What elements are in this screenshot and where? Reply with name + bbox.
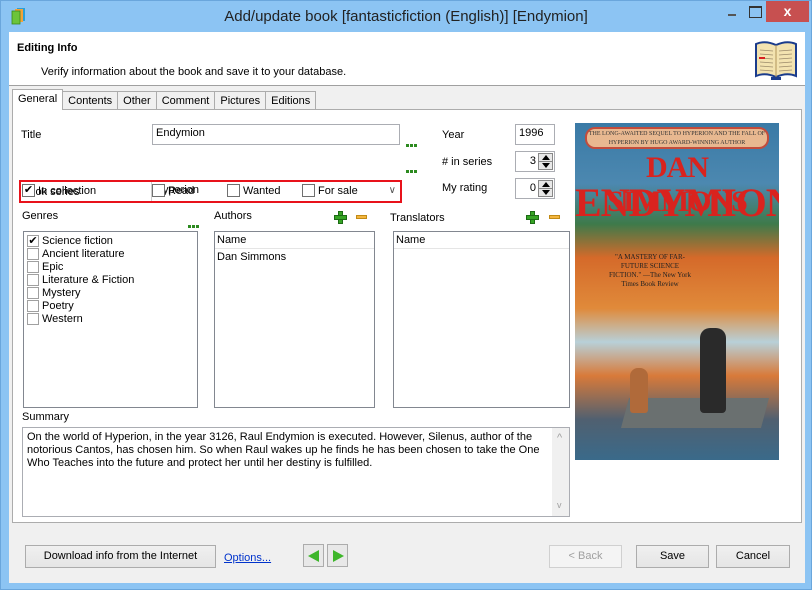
cancel-button[interactable]: Cancel [716,545,790,568]
chevron-down-icon: ∨ [388,185,396,196]
in-series-value: 3 [529,155,536,167]
footer-bar: Download info from the Internet Options.… [9,524,805,583]
cover-title: ENDYMION [575,180,779,225]
genres-more-button[interactable] [188,219,200,228]
translators-label: Translators [390,212,445,224]
genres-label: Genres [22,210,59,222]
author-row[interactable]: Dan Simmons [215,249,374,265]
cover-quote: "A MASTERY OF FAR-FUTURE SCIENCE FICTION… [609,253,691,288]
genre-label: Literature & Fiction [42,273,135,286]
general-panel: Title Endymion Book series Hyperion ∨ Ye… [12,109,802,523]
genres-list: ✔ Science fiction Ancient literature Epic… [23,231,198,408]
spinner-arrows-icon[interactable] [538,153,553,170]
summary-scrollbar[interactable] [552,428,569,516]
genre-item[interactable]: Epic [27,260,197,273]
save-button[interactable]: Save [636,545,709,568]
genre-label: Poetry [42,299,74,312]
dialog-client: Editing Info Verify information about th… [9,32,805,583]
title-more-button[interactable] [406,138,418,147]
read-checkbox[interactable]: Read [152,184,194,197]
checkbox-label: For sale [318,184,358,197]
for-sale-checkbox[interactable]: For sale [302,184,358,197]
genre-label: Science fiction [42,234,113,247]
summary-textarea[interactable]: On the world of Hyperion, in the year 31… [22,427,570,517]
genre-item[interactable]: Western [27,312,197,325]
checkbox-icon [27,260,39,273]
remove-author-icon[interactable] [356,215,367,219]
checkbox-label: Wanted [243,184,281,197]
in-series-label: # in series [442,156,493,168]
genre-item[interactable]: Literature & Fiction [27,273,197,286]
translators-name-column[interactable]: Name [394,232,569,249]
genre-label: Epic [42,260,64,273]
title-label: Title [21,129,42,141]
genre-label: Mystery [42,286,81,299]
wanted-checkbox[interactable]: Wanted [227,184,281,197]
open-book-icon [755,41,797,80]
summary-text: On the world of Hyperion, in the year 31… [27,431,540,469]
summary-label: Summary [22,411,70,423]
genre-item[interactable]: Ancient literature [27,247,197,260]
add-author-icon[interactable] [334,211,347,224]
tab-contents[interactable]: Contents [62,91,119,110]
checkbox-icon [27,286,39,299]
dialog-window: Add/update book [fantasticfiction (Engli… [0,0,812,590]
tab-other[interactable]: Other [117,91,157,110]
checkbox-icon [27,273,39,286]
checkbox-icon [27,312,39,325]
cover-figure [700,328,726,413]
remove-translator-icon[interactable] [549,215,560,219]
genre-item[interactable]: ✔ Science fiction [27,234,197,247]
spinner-arrows-icon[interactable] [538,180,553,197]
checkbox-icon [152,184,165,197]
genre-label: Western [42,312,83,325]
close-button[interactable]: x [766,1,809,22]
title-input[interactable]: Endymion [152,124,400,145]
minimize-button[interactable] [719,1,745,22]
download-info-button[interactable]: Download info from the Internet [25,545,216,568]
previous-arrow-icon[interactable] [303,544,324,567]
header-subtitle: Verify information about the book and sa… [41,66,347,78]
tab-pictures[interactable]: Pictures [214,91,267,110]
in-collection-checkbox[interactable]: ✔ In collection [22,184,96,197]
back-button[interactable]: < Back [549,545,622,568]
header-title: Editing Info [17,42,78,54]
tab-comment[interactable]: Comment [155,91,216,110]
cover-banner: THE LONG-AWAITED SEQUEL TO HYPERION AND … [585,127,769,149]
next-arrow-icon[interactable] [327,544,348,567]
rating-label: My rating [442,182,488,194]
year-label: Year [442,129,465,141]
add-translator-icon[interactable] [526,211,539,224]
checkbox-icon [27,299,39,312]
cover-figure [630,368,648,413]
authors-list: Name Dan Simmons [214,231,375,408]
checkbox-label: In collection [38,184,97,197]
series-more-button[interactable] [406,164,418,173]
genre-item[interactable]: Poetry [27,299,197,312]
in-series-spinner[interactable]: 3 [515,151,555,172]
authors-name-column[interactable]: Name [215,232,374,249]
translators-list: Name [393,231,570,408]
year-input[interactable]: 1996 [515,124,555,145]
tab-strip: General Contents Other Comment Pictures … [12,89,317,110]
rating-spinner[interactable]: 0 [515,178,555,199]
book-cover-image[interactable]: THE LONG-AWAITED SEQUEL TO HYPERION AND … [575,123,779,460]
title-bar: Add/update book [fantasticfiction (Engli… [1,1,811,32]
checkbox-icon [27,247,39,260]
options-link[interactable]: Options... [224,552,271,564]
genre-item[interactable]: Mystery [27,286,197,299]
genre-label: Ancient literature [42,247,125,260]
authors-label: Authors [214,210,252,222]
maximize-button[interactable] [745,1,765,22]
header-band: Editing Info Verify information about th… [9,32,805,86]
window-title: Add/update book [fantasticfiction (Engli… [224,8,588,25]
checkbox-icon: ✔ [22,184,35,197]
checkbox-icon: ✔ [27,234,39,247]
tab-editions[interactable]: Editions [265,91,317,110]
checkbox-icon [302,184,315,197]
checkbox-icon [227,184,240,197]
checkbox-label: Read [168,184,195,197]
tab-general[interactable]: General [12,89,64,110]
rating-value: 0 [529,182,536,194]
